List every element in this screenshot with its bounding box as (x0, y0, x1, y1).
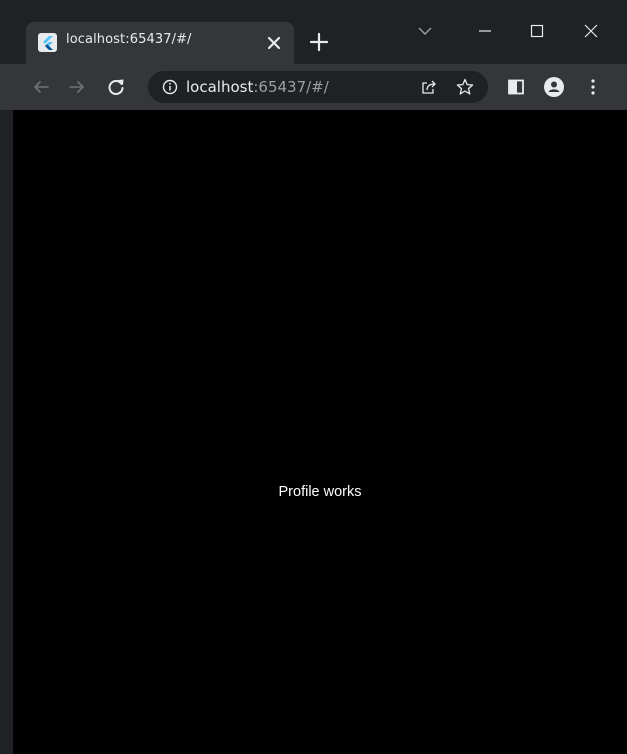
menu-kebab-icon[interactable] (582, 76, 604, 98)
address-bar[interactable]: localhost:65437/#/ (148, 71, 488, 103)
back-arrow-icon[interactable] (30, 76, 52, 98)
share-icon[interactable] (418, 76, 440, 98)
site-info-icon[interactable] (160, 77, 180, 97)
tab-title: localhost:65437/#/ (66, 32, 192, 47)
browser-window: localhost:65437/#/ localhost:65437/#/ Pr… (0, 0, 627, 754)
bookmark-star-icon[interactable] (454, 76, 476, 98)
address-url[interactable]: localhost:65437/#/ (186, 78, 329, 96)
side-panel-icon[interactable] (505, 76, 527, 98)
tab-active[interactable]: localhost:65437/#/ (26, 22, 294, 64)
url-path: :65437/#/ (253, 78, 329, 96)
page-message: Profile works (278, 484, 362, 500)
profile-avatar-icon[interactable] (543, 76, 565, 98)
new-tab-icon[interactable] (308, 31, 330, 53)
maximize-icon[interactable] (526, 20, 548, 42)
tab-strip: localhost:65437/#/ (0, 0, 627, 64)
forward-arrow-icon[interactable] (66, 76, 88, 98)
url-host: localhost (186, 78, 254, 96)
close-window-icon[interactable] (580, 20, 602, 42)
flutter-icon (38, 33, 57, 52)
minimize-icon[interactable] (474, 20, 496, 42)
reload-icon[interactable] (105, 76, 127, 98)
browser-toolbar: localhost:65437/#/ (0, 64, 627, 110)
window-edge (0, 110, 13, 754)
tab-search-chevron-icon[interactable] (414, 20, 436, 42)
close-tab-icon[interactable] (264, 33, 284, 53)
page-viewport: Profile works (13, 110, 627, 754)
